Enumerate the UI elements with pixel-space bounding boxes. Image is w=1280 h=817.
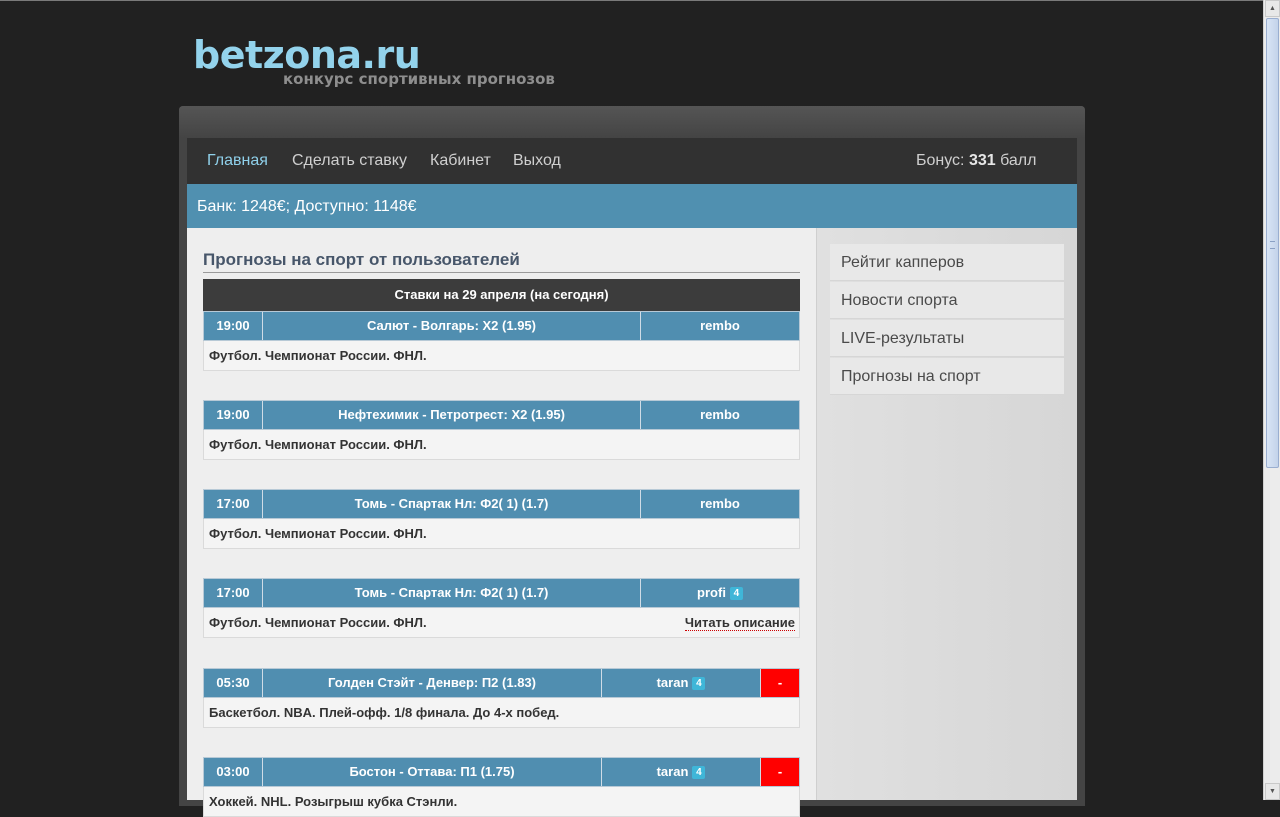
bet-description: Футбол. Чемпионат России. ФНЛ. [203, 519, 800, 549]
bet-user-name[interactable]: taran [657, 675, 689, 690]
bet-row: 19:00 Салют - Волгарь: Х2 (1.95) rembo [203, 311, 800, 341]
bet-time: 19:00 [204, 312, 263, 340]
bet-time: 19:00 [204, 401, 263, 429]
bet-match[interactable]: Голден Стэйт - Денвер: П2 (1.83) [263, 669, 602, 697]
bet-item: 19:00 Нефтехимик - Петротрест: Х2 (1.95)… [203, 400, 800, 460]
window-top-border [0, 0, 1280, 1]
bet-time: 17:00 [204, 490, 263, 518]
bet-item: 17:00 Томь - Спартак Нл: Ф2( 1) (1.7) pr… [203, 578, 800, 638]
sidebar-item-rating[interactable]: Рейтиг капперов [830, 244, 1065, 281]
day-header: Ставки на 29 апреля (на сегодня) [203, 279, 800, 311]
bet-match[interactable]: Томь - Спартак Нл: Ф2( 1) (1.7) [263, 490, 641, 518]
bet-league: Хоккей. NHL. Розыгрыш кубка Стэнли. [209, 794, 458, 809]
bet-user[interactable]: rembo [641, 312, 799, 340]
bet-description: Футбол. Чемпионат России. ФНЛ. [203, 341, 800, 371]
bonus-value: 331 [968, 152, 996, 169]
bet-description: Хоккей. NHL. Розыгрыш кубка Стэнли. [203, 787, 800, 817]
sidebar-item-news[interactable]: Новости спорта [830, 282, 1065, 319]
bet-league: Футбол. Чемпионат России. ФНЛ. [209, 615, 427, 630]
sidebar-item-live[interactable]: LIVE-результаты [830, 320, 1065, 357]
nav-home[interactable]: Главная [207, 152, 268, 170]
scroll-up-icon[interactable]: ▲ [1265, 0, 1280, 17]
bet-description: Футбол. Чемпионат России. ФНЛ. Читать оп… [203, 608, 800, 638]
bonus-display: Бонус: 331 балл [916, 152, 1036, 170]
sidebar: Рейтиг капперов Новости спорта LIVE-резу… [816, 228, 1077, 800]
bet-match[interactable]: Салют - Волгарь: Х2 (1.95) [263, 312, 641, 340]
title-divider [203, 272, 800, 273]
scroll-down-icon[interactable]: ▼ [1265, 783, 1280, 800]
bet-description: Футбол. Чемпионат России. ФНЛ. [203, 430, 800, 460]
bank-balance: Банк: 1248€; Доступно: 1148€ [197, 198, 417, 215]
bonus-label: Бонус: [916, 152, 965, 169]
nav-cabinet[interactable]: Кабинет [430, 152, 491, 170]
bet-user[interactable]: rembo [641, 490, 799, 518]
bet-match[interactable]: Бостон - Оттава: П1 (1.75) [263, 758, 602, 786]
bet-match[interactable]: Томь - Спартак Нл: Ф2( 1) (1.7) [263, 579, 641, 607]
user-level-badge: 4 [692, 766, 706, 779]
bet-user-name[interactable]: rembo [700, 407, 740, 422]
bet-user-name[interactable]: rembo [700, 496, 740, 511]
nav-make-bet[interactable]: Сделать ставку [292, 152, 407, 170]
scroll-thumb[interactable] [1266, 18, 1279, 468]
bet-user-name[interactable]: profi [697, 585, 726, 600]
bet-user[interactable]: rembo [641, 401, 799, 429]
bet-user-name[interactable]: rembo [700, 318, 740, 333]
bet-item: 05:30 Голден Стэйт - Денвер: П2 (1.83) t… [203, 668, 800, 728]
bet-time: 05:30 [204, 669, 263, 697]
bet-league: Футбол. Чемпионат России. ФНЛ. [209, 526, 427, 541]
nav-logout[interactable]: Выход [513, 152, 561, 170]
sidebar-menu: Рейтиг капперов Новости спорта LIVE-резу… [830, 244, 1065, 396]
bet-match[interactable]: Нефтехимик - Петротрест: Х2 (1.95) [263, 401, 641, 429]
main-nav: Главная Сделать ставку Кабинет Выход Бон… [187, 138, 1077, 184]
bet-user[interactable]: profi 4 [641, 579, 799, 607]
site-logo[interactable]: betzona.ru конкурс спортивных прогнозов [193, 34, 555, 88]
bet-item: 19:00 Салют - Волгарь: Х2 (1.95) rembo Ф… [203, 311, 800, 371]
bet-item: 03:00 Бостон - Оттава: П1 (1.75) taran 4 … [203, 757, 800, 817]
user-level-badge: 4 [692, 677, 706, 690]
bet-row: 03:00 Бостон - Оттава: П1 (1.75) taran 4 … [203, 757, 800, 787]
user-level-badge: 4 [729, 587, 743, 600]
bet-description: Баскетбол. NBA. Плей-офф. 1/8 финала. До… [203, 698, 800, 728]
bet-league: Баскетбол. NBA. Плей-офф. 1/8 финала. До… [209, 705, 560, 720]
bet-time: 17:00 [204, 579, 263, 607]
page-frame-header [179, 106, 1085, 138]
main-content: Прогнозы на спорт от пользователей Ставк… [187, 228, 816, 817]
sidebar-item-forecasts[interactable]: Прогнозы на спорт [830, 358, 1065, 395]
bet-result-badge: - [761, 758, 799, 786]
bonus-unit: балл [1000, 152, 1037, 169]
vertical-scrollbar[interactable]: ▲ ▼ [1263, 0, 1280, 800]
bet-row: 19:00 Нефтехимик - Петротрест: Х2 (1.95)… [203, 400, 800, 430]
logo-tagline: конкурс спортивных прогнозов [283, 70, 555, 88]
bet-time: 03:00 [204, 758, 263, 786]
bet-item: 17:00 Томь - Спартак Нл: Ф2( 1) (1.7) re… [203, 489, 800, 549]
bet-user[interactable]: taran 4 [602, 758, 761, 786]
bank-bar: Банк: 1248€; Доступно: 1148€ [187, 184, 1077, 228]
bet-league: Футбол. Чемпионат России. ФНЛ. [209, 348, 427, 363]
bet-user[interactable]: taran 4 [602, 669, 761, 697]
read-description-link[interactable]: Читать описание [684, 615, 795, 631]
bet-row: 17:00 Томь - Спартак Нл: Ф2( 1) (1.7) re… [203, 489, 800, 519]
bet-result-badge: - [761, 669, 799, 697]
bet-league: Футбол. Чемпионат России. ФНЛ. [209, 437, 427, 452]
bet-row: 17:00 Томь - Спартак Нл: Ф2( 1) (1.7) pr… [203, 578, 800, 608]
page-title: Прогнозы на спорт от пользователей [203, 250, 520, 269]
bet-user-name[interactable]: taran [657, 764, 689, 779]
grip-icon [1270, 241, 1275, 249]
bet-row: 05:30 Голден Стэйт - Денвер: П2 (1.83) t… [203, 668, 800, 698]
